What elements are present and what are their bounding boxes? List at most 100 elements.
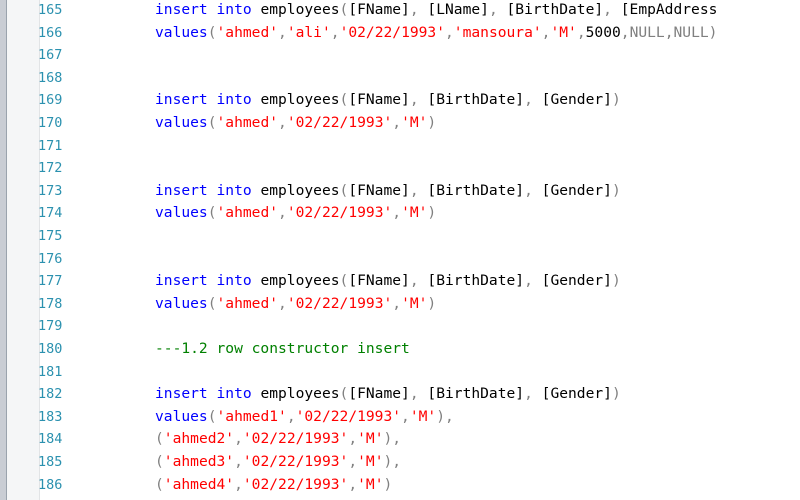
- line-number: 175: [38, 228, 63, 244]
- operator-token: ,: [348, 453, 358, 470]
- string-token: '02/22/1993': [242, 430, 349, 448]
- code-line[interactable]: 165 insert into employees([FName], [LName…: [0, 0, 800, 22]
- code-line[interactable]: 178 values('ahmed','02/22/1993','M'): [0, 294, 800, 316]
- code-text: insert into employees([FName], [BirthDat…: [155, 272, 621, 289]
- line-number: 180: [38, 341, 63, 357]
- identifier-token: employees: [251, 1, 340, 18]
- code-line[interactable]: 176: [0, 249, 800, 271]
- code-line[interactable]: 175: [0, 226, 800, 248]
- line-number: 170: [38, 115, 63, 131]
- code-line[interactable]: 180 ---1.2 row constructor insert: [0, 339, 800, 361]
- operator-token: (: [339, 181, 349, 199]
- code-line[interactable]: 173 insert into employees([FName], [Birth…: [0, 181, 800, 203]
- keyword-token: insert into: [155, 385, 252, 403]
- identifier-token: employees: [251, 385, 340, 403]
- operator-token: (: [155, 475, 164, 493]
- identifier-token: [FName]: [348, 1, 410, 18]
- operator-token: (: [339, 385, 349, 403]
- line-number: 182: [38, 386, 63, 403]
- operator-token: (: [155, 453, 164, 470]
- operator-token: (: [339, 1, 349, 18]
- code-line[interactable]: 174 values('ahmed','02/22/1993','M'): [0, 203, 800, 225]
- line-number: 177: [38, 273, 63, 290]
- operator-token: (: [207, 204, 217, 222]
- identifier-token: 5000: [585, 23, 621, 41]
- string-token: '02/22/1993': [339, 23, 445, 41]
- code-line[interactable]: 170 values('ahmed','02/22/1993','M'): [0, 113, 800, 135]
- identifier-token: employees: [251, 91, 340, 109]
- keyword-token: insert into: [155, 1, 252, 18]
- operator-token: (: [207, 294, 217, 312]
- comment-token: ---1.2 row constructor insert: [155, 340, 410, 357]
- string-token: 'M': [401, 294, 428, 312]
- operator-token: ,: [392, 114, 402, 131]
- keyword-token: values: [155, 407, 208, 425]
- operator-token: ): [611, 181, 621, 199]
- sql-code-editor[interactable]: 165 insert into employees([FName], [LName…: [0, 0, 800, 500]
- operator-token: ,: [278, 204, 287, 222]
- operator-token: ,: [286, 407, 296, 425]
- operator-token: ,: [409, 385, 419, 403]
- keyword-token: values: [155, 204, 208, 222]
- string-token: '02/22/1993': [286, 294, 393, 312]
- string-token: 'M': [401, 114, 428, 131]
- code-line[interactable]: 177 insert into employees([FName], [Birth…: [0, 271, 800, 293]
- code-line[interactable]: 168: [0, 68, 800, 90]
- code-line[interactable]: 167: [0, 45, 800, 67]
- operator-token: ,: [576, 23, 586, 41]
- keyword-token: values: [155, 114, 208, 131]
- string-token: 'M': [357, 475, 384, 493]
- identifier-token: [FName]: [348, 385, 410, 403]
- code-line[interactable]: 166 values('ahmed','ali','02/22/1993','ma…: [0, 23, 800, 45]
- line-number: 174: [38, 205, 63, 222]
- operator-token: (: [207, 114, 217, 131]
- code-text: ('ahmed2','02/22/1993','M'),: [155, 430, 401, 447]
- line-number: 169: [38, 92, 63, 109]
- identifier-token: [LName]: [418, 1, 489, 18]
- identifier-token: [Gender]: [532, 272, 612, 290]
- keyword-token: insert into: [155, 272, 252, 290]
- operator-token: ): [611, 272, 621, 290]
- string-token: 'M': [357, 453, 384, 470]
- identifier-token: [Gender]: [532, 181, 612, 199]
- operator-token: ,: [278, 23, 287, 41]
- operator-token: ,: [392, 204, 402, 222]
- code-line[interactable]: 183 values('ahmed1','02/22/1993','M'),: [0, 407, 800, 429]
- code-text: values('ahmed1','02/22/1993','M'),: [155, 408, 454, 425]
- code-text: values('ahmed','02/22/1993','M'): [155, 114, 436, 131]
- string-token: 'ahmed2': [163, 430, 235, 448]
- operator-token: ,: [524, 272, 533, 290]
- identifier-token: [Gender]: [532, 91, 612, 109]
- line-number: 179: [38, 318, 63, 335]
- code-line[interactable]: 186 ('ahmed4','02/22/1993','M'): [0, 475, 800, 497]
- identifier-token: employees: [251, 181, 340, 199]
- code-line[interactable]: 182 insert into employees([FName], [Birth…: [0, 384, 800, 406]
- line-number: 176: [38, 250, 63, 267]
- line-number: 184: [38, 431, 63, 448]
- keyword-token: insert into: [155, 91, 252, 109]
- code-line[interactable]: 181: [0, 362, 800, 384]
- string-token: 'ahmed': [216, 23, 279, 41]
- line-number: 186: [38, 476, 63, 493]
- identifier-token: [BirthDate]: [418, 181, 525, 199]
- code-line[interactable]: 185 ('ahmed3','02/22/1993','M'),: [0, 452, 800, 474]
- operator-token: ,: [524, 385, 533, 403]
- code-line[interactable]: 184 ('ahmed2','02/22/1993','M'),: [0, 429, 800, 451]
- identifier-token: [BirthDate]: [418, 91, 525, 109]
- code-line[interactable]: 171: [0, 136, 800, 158]
- operator-token: ,: [348, 430, 358, 448]
- string-token: 'M': [550, 23, 577, 41]
- keyword-token: values: [155, 294, 208, 312]
- string-token: '02/22/1993': [295, 407, 402, 425]
- operator-token: (: [339, 272, 349, 290]
- line-number: 172: [38, 160, 63, 177]
- code-line[interactable]: 179: [0, 316, 800, 338]
- operator-token: ,: [409, 181, 419, 199]
- code-line[interactable]: 169 insert into employees([FName], [Birth…: [0, 90, 800, 112]
- string-token: 'ahmed3': [163, 453, 235, 470]
- operator-token: ,NULL,NULL): [620, 23, 718, 41]
- operator-token: ,: [348, 475, 358, 493]
- code-line[interactable]: 172: [0, 158, 800, 180]
- identifier-token: [FName]: [348, 272, 410, 290]
- string-token: 'ahmed1': [216, 407, 287, 425]
